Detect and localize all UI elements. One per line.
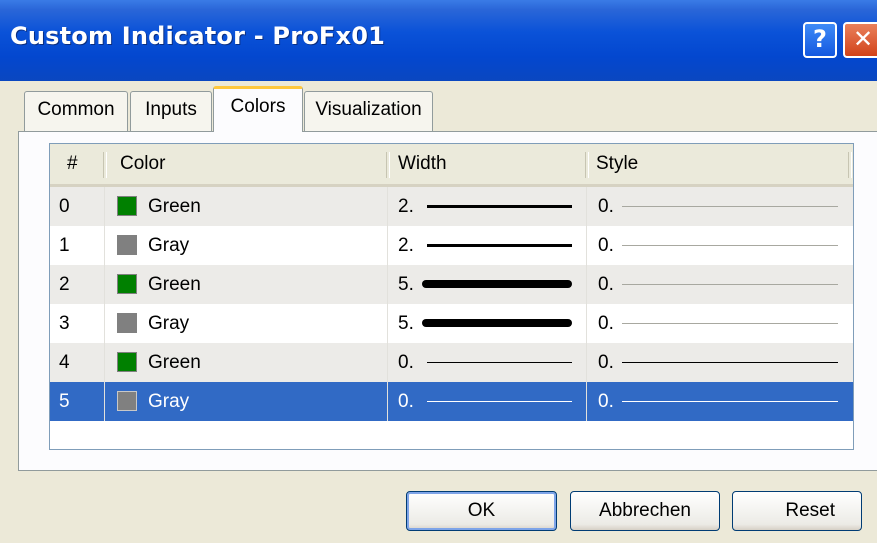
tab-inputs[interactable]: Inputs: [130, 91, 212, 131]
width-line-preview: [422, 280, 572, 288]
width-value[interactable]: 5.: [398, 304, 414, 343]
color-swatch[interactable]: [117, 196, 137, 216]
cell-divider: [104, 343, 105, 382]
style-value[interactable]: 0.: [598, 226, 614, 265]
cell-divider: [387, 226, 388, 265]
cell-divider: [586, 382, 587, 421]
title-bar[interactable]: Custom Indicator - ProFx01 ? ✕: [0, 0, 877, 81]
table-row[interactable]: 4 Green 0. 0.: [50, 343, 853, 382]
color-name[interactable]: Green: [148, 265, 201, 304]
color-swatch[interactable]: [117, 235, 137, 255]
table-row[interactable]: 2 Green 5. 0.: [50, 265, 853, 304]
style-value[interactable]: 0.: [598, 187, 614, 226]
tab-colors[interactable]: Colors: [213, 86, 303, 132]
table-row[interactable]: 3 Gray 5. 0.: [50, 304, 853, 343]
style-line-preview: [622, 245, 838, 246]
close-button[interactable]: ✕: [843, 22, 877, 58]
style-line-preview: [622, 206, 838, 207]
color-swatch[interactable]: [117, 274, 137, 294]
header-divider: [585, 152, 589, 178]
header-width[interactable]: Width: [398, 144, 447, 184]
cell-divider: [387, 265, 388, 304]
width-value[interactable]: 2.: [398, 226, 414, 265]
cell-divider: [586, 304, 587, 343]
width-value[interactable]: 0.: [398, 382, 414, 421]
color-name[interactable]: Gray: [148, 382, 189, 421]
reset-button[interactable]: Reset: [732, 491, 862, 531]
header-index[interactable]: #: [67, 144, 78, 184]
cell-divider: [387, 382, 388, 421]
cell-divider: [104, 265, 105, 304]
style-value[interactable]: 0.: [598, 382, 614, 421]
cell-divider: [387, 343, 388, 382]
buffer-colors-table[interactable]: # Color Width Style 0 Green 2. 0. 1 Gray 2. 0. 2…: [49, 143, 854, 450]
cell-divider: [104, 187, 105, 226]
tab-common[interactable]: Common: [24, 91, 128, 131]
table-row[interactable]: 5 Gray 0. 0.: [50, 382, 853, 421]
width-value[interactable]: 5.: [398, 265, 414, 304]
color-swatch[interactable]: [117, 352, 137, 372]
cell-divider: [387, 187, 388, 226]
style-line-preview: [622, 284, 838, 285]
color-swatch[interactable]: [117, 391, 137, 411]
tab-visualization[interactable]: Visualization: [304, 91, 433, 131]
row-index: 1: [59, 235, 70, 256]
cell-divider: [586, 265, 587, 304]
color-name[interactable]: Green: [148, 343, 201, 382]
help-icon: ?: [813, 25, 827, 53]
table-header: # Color Width Style: [50, 144, 853, 187]
width-line-preview: [427, 401, 572, 402]
color-name[interactable]: Gray: [148, 226, 189, 265]
cell-divider: [586, 187, 587, 226]
width-line-preview: [427, 362, 572, 363]
header-style[interactable]: Style: [596, 144, 638, 184]
help-button[interactable]: ?: [803, 22, 837, 58]
cell-divider: [586, 226, 587, 265]
width-line-preview: [427, 244, 572, 247]
style-line-preview: [622, 362, 838, 363]
table-row[interactable]: 1 Gray 2. 0.: [50, 226, 853, 265]
row-index: 3: [59, 313, 70, 334]
header-divider: [103, 152, 107, 178]
width-value[interactable]: 0.: [398, 343, 414, 382]
style-value[interactable]: 0.: [598, 343, 614, 382]
color-name[interactable]: Green: [148, 187, 201, 226]
cell-divider: [104, 304, 105, 343]
style-line-preview: [622, 323, 838, 324]
cell-divider: [387, 304, 388, 343]
width-line-preview: [427, 205, 572, 208]
header-divider: [386, 152, 390, 178]
color-swatch[interactable]: [117, 313, 137, 333]
row-index: 2: [59, 274, 70, 295]
cell-divider: [586, 343, 587, 382]
cell-divider: [104, 226, 105, 265]
style-line-preview: [622, 401, 838, 402]
close-icon: ✕: [852, 25, 874, 53]
cancel-button[interactable]: Abbrechen: [570, 491, 720, 531]
ok-button[interactable]: OK: [406, 491, 557, 531]
window-title: Custom Indicator - ProFx01: [10, 22, 386, 50]
style-value[interactable]: 0.: [598, 304, 614, 343]
row-index: 0: [59, 196, 70, 217]
width-value[interactable]: 2.: [398, 187, 414, 226]
cell-divider: [104, 382, 105, 421]
row-index: 4: [59, 352, 70, 373]
header-divider: [848, 152, 852, 178]
row-index: 5: [59, 391, 70, 412]
custom-indicator-dialog: Custom Indicator - ProFx01 ? ✕ Common In…: [0, 0, 877, 543]
color-name[interactable]: Gray: [148, 304, 189, 343]
width-line-preview: [422, 319, 572, 327]
header-color[interactable]: Color: [120, 144, 165, 184]
table-row[interactable]: 0 Green 2. 0.: [50, 187, 853, 226]
style-value[interactable]: 0.: [598, 265, 614, 304]
